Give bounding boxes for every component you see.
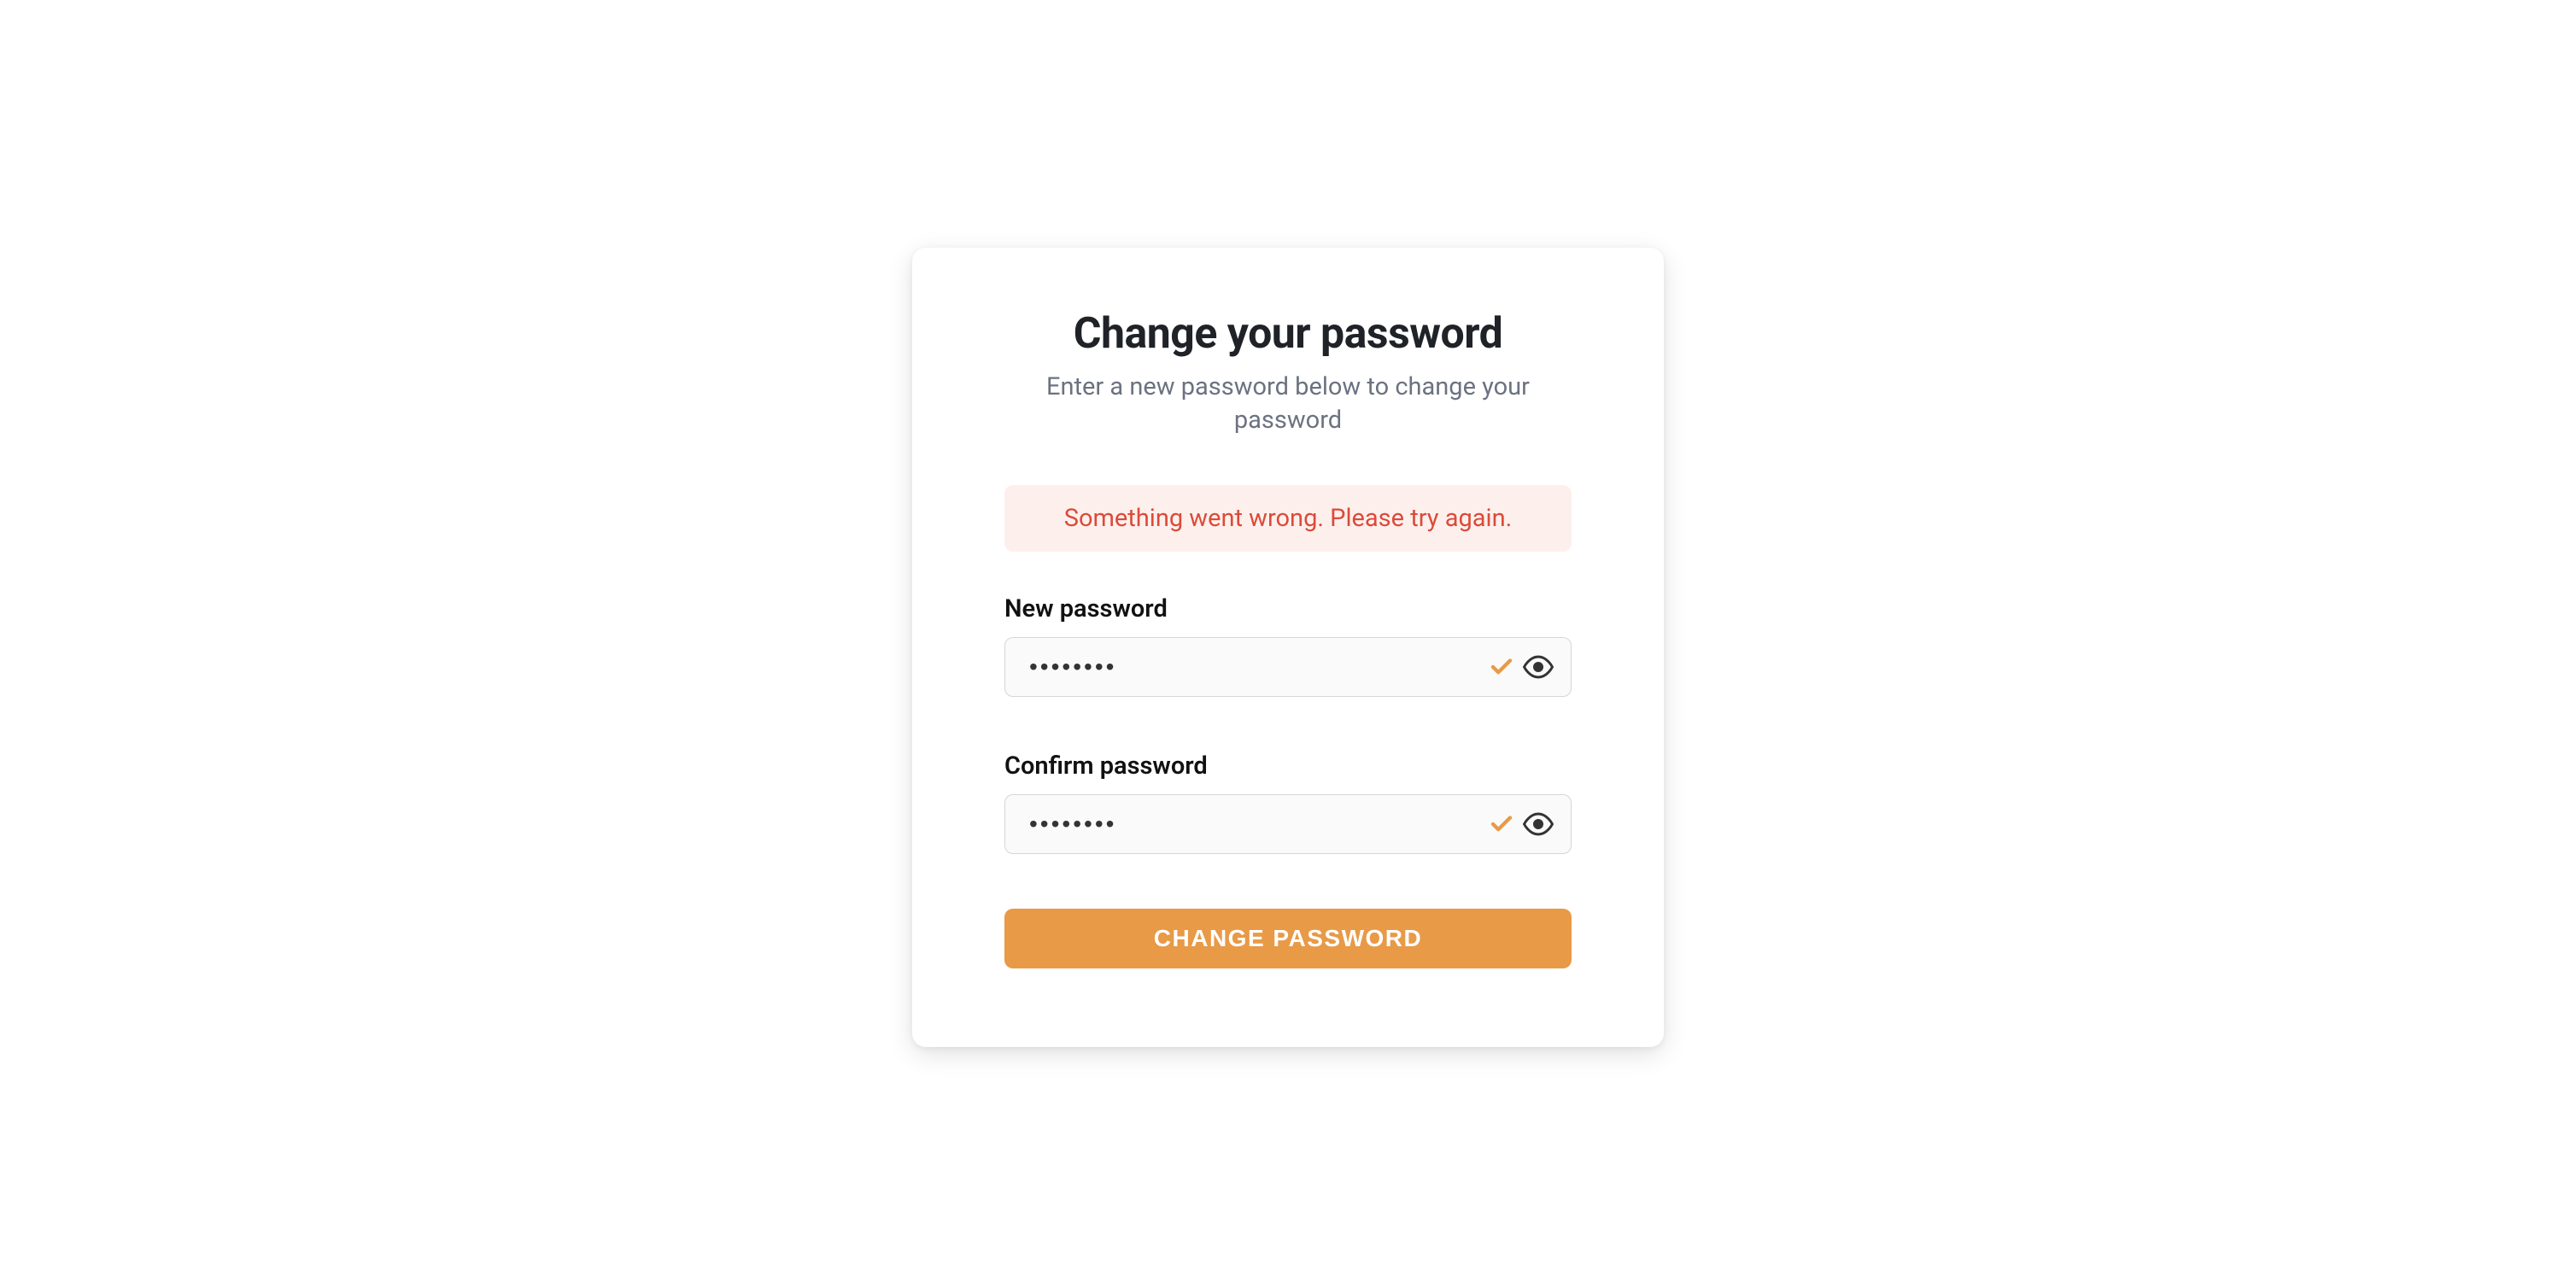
change-password-card: Change your password Enter a new passwor… [912, 248, 1664, 1047]
page-subtitle: Enter a new password below to change you… [1004, 371, 1572, 437]
check-icon [1489, 811, 1514, 837]
new-password-label: New password [1004, 594, 1572, 623]
confirm-password-input[interactable] [1029, 795, 1489, 853]
new-password-input-wrapper [1004, 637, 1572, 697]
eye-icon[interactable] [1523, 809, 1554, 839]
confirm-password-input-wrapper [1004, 794, 1572, 854]
new-password-input[interactable] [1029, 638, 1489, 696]
confirm-password-label: Confirm password [1004, 752, 1572, 781]
page-title: Change your password [1004, 309, 1572, 359]
eye-icon[interactable] [1523, 652, 1554, 682]
error-banner: Something went wrong. Please try again. [1004, 485, 1572, 552]
new-password-group: New password [1004, 594, 1572, 697]
new-password-icons [1489, 652, 1554, 682]
check-icon [1489, 654, 1514, 680]
error-message: Something went wrong. Please try again. [1064, 504, 1513, 533]
confirm-password-group: Confirm password [1004, 752, 1572, 854]
change-password-button[interactable]: CHANGE PASSWORD [1004, 909, 1572, 968]
confirm-password-icons [1489, 809, 1554, 839]
